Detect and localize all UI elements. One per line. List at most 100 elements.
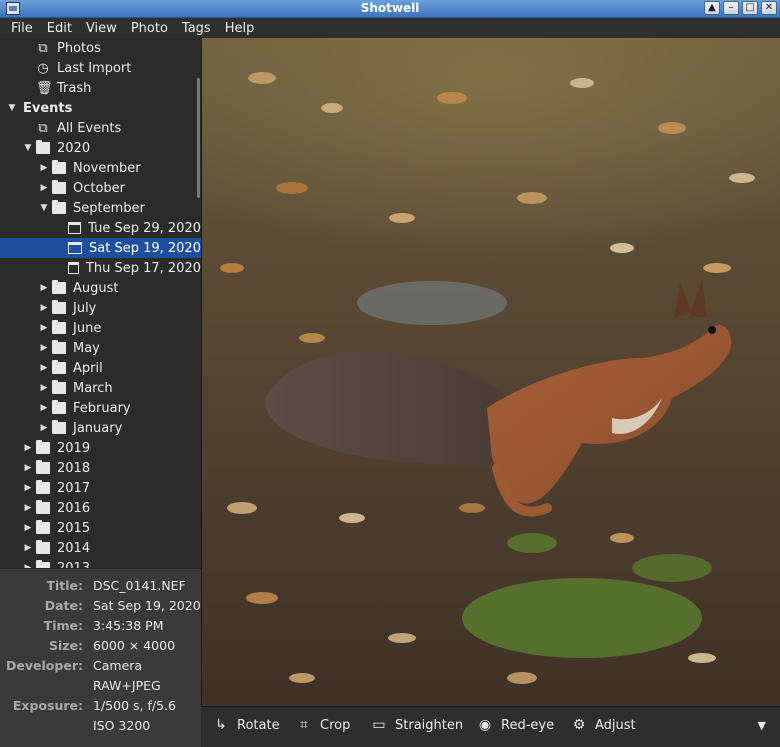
photos-icon: ⧉ <box>38 40 48 56</box>
straighten-button[interactable]: ▭ Straighten <box>371 717 463 733</box>
sidebar-item-september[interactable]: ▼ September <box>0 198 201 218</box>
sidebar-item-day-selected[interactable]: Sat Sep 19, 2020 <box>0 238 201 258</box>
sidebar-item-label: Tue Sep 29, 2020 <box>88 220 201 236</box>
sidebar-item-all-events[interactable]: ⧉ All Events <box>0 118 201 138</box>
sidebar-item-label: January <box>73 420 123 436</box>
crop-button[interactable]: ⌗ Crop <box>296 717 350 733</box>
sidebar-tree: ⧉ Photos ◷ Last Import 🗑 Trash ▼ Events … <box>0 38 201 568</box>
sidebar-item-month[interactable]: ▶ February <box>0 398 201 418</box>
sidebar-item-label: June <box>73 320 102 336</box>
sidebar-item-year[interactable]: ▶ 2013 <box>0 558 201 568</box>
sidebar-item-label: All Events <box>57 120 122 136</box>
sidebar-item-month[interactable]: ▶ October <box>0 178 201 198</box>
maximize-button[interactable]: □ <box>742 1 758 15</box>
crop-label: Crop <box>320 717 351 733</box>
menu-view[interactable]: View <box>79 21 124 36</box>
menu-photo[interactable]: Photo <box>124 21 175 36</box>
property-value: ISO 3200 <box>93 718 151 733</box>
chevron-right-icon[interactable]: ▶ <box>38 363 50 373</box>
menu-help[interactable]: Help <box>218 21 262 36</box>
crop-icon: ⌗ <box>300 717 308 733</box>
chevron-right-icon[interactable]: ▶ <box>38 303 50 313</box>
close-button[interactable]: ✕ <box>761 1 777 15</box>
sidebar-item-day[interactable]: Thu Sep 17, 2020 <box>0 258 201 278</box>
sidebar-item-month[interactable]: ▶ June <box>0 318 201 338</box>
chevron-right-icon[interactable]: ▶ <box>22 463 34 473</box>
photo-viewer[interactable] <box>201 38 780 706</box>
sidebar-item-label: November <box>73 160 141 176</box>
sidebar-item-year[interactable]: ▶ 2014 <box>0 538 201 558</box>
chevron-down-icon[interactable]: ▼ <box>6 103 18 113</box>
sidebar-scrollbar[interactable] <box>197 78 200 198</box>
chevron-right-icon[interactable]: ▶ <box>22 523 34 533</box>
sidebar-item-label: 2019 <box>57 440 91 456</box>
chevron-down-icon[interactable]: ▼ <box>38 203 50 213</box>
chevron-right-icon[interactable]: ▶ <box>38 163 50 173</box>
menu-file[interactable]: File <box>4 21 40 36</box>
property-row: ISO 3200 <box>0 718 201 738</box>
sidebar-item-month[interactable]: ▶ March <box>0 378 201 398</box>
chevron-down-icon[interactable]: ▼ <box>22 143 34 153</box>
chevron-right-icon[interactable]: ▶ <box>22 503 34 513</box>
property-row: Title: DSC_0141.NEF <box>0 578 201 598</box>
sidebar-item-month[interactable]: ▶ April <box>0 358 201 378</box>
sidebar-item-month[interactable]: ▶ November <box>0 158 201 178</box>
chevron-right-icon[interactable]: ▶ <box>38 183 50 193</box>
chevron-right-icon[interactable]: ▶ <box>38 283 50 293</box>
sidebar-item-label: March <box>73 380 113 396</box>
redeye-label: Red-eye <box>501 717 555 733</box>
property-value: RAW+JPEG <box>93 678 161 693</box>
straighten-icon: ▭ <box>372 717 386 733</box>
event-day-icon <box>68 262 79 274</box>
adjust-button[interactable]: ⚙ Adjust <box>571 717 636 733</box>
sidebar-item-label: July <box>73 300 97 316</box>
menu-bar: File Edit View Photo Tags Help <box>0 18 780 38</box>
chevron-right-icon[interactable]: ▶ <box>38 423 50 433</box>
menu-tags[interactable]: Tags <box>175 21 218 36</box>
sidebar-item-year[interactable]: ▶ 2015 <box>0 518 201 538</box>
window-controls: ▲ – □ ✕ <box>704 1 777 15</box>
window-title: Shotwell <box>360 1 420 15</box>
chevron-right-icon[interactable]: ▶ <box>38 323 50 333</box>
sidebar-item-label: Events <box>23 100 73 116</box>
redeye-button[interactable]: ◉ Red-eye <box>477 717 554 733</box>
sidebar-item-month[interactable]: ▶ January <box>0 418 201 438</box>
chevron-down-icon[interactable]: ▼ <box>758 719 766 732</box>
properties-panel: Title: DSC_0141.NEF Date: Sat Sep 19, 20… <box>0 568 201 747</box>
sidebar-item-label: 2017 <box>57 480 91 496</box>
property-key: Title: <box>46 578 83 593</box>
all-events-icon: ⧉ <box>38 120 48 136</box>
menu-edit[interactable]: Edit <box>40 21 79 36</box>
chevron-right-icon[interactable]: ▶ <box>38 343 50 353</box>
chevron-right-icon[interactable]: ▶ <box>22 443 34 453</box>
sidebar-item-month[interactable]: ▶ July <box>0 298 201 318</box>
sidebar-item-year[interactable]: ▶ 2016 <box>0 498 201 518</box>
folder-icon <box>52 320 66 334</box>
chevron-right-icon[interactable]: ▶ <box>22 483 34 493</box>
rotate-button[interactable]: ↳ Rotate <box>213 717 279 733</box>
sidebar-item-year[interactable]: ▶ 2018 <box>0 458 201 478</box>
sidebar-item-year-2020[interactable]: ▼ 2020 <box>0 138 201 158</box>
folder-icon <box>36 480 50 494</box>
property-value: DSC_0141.NEF <box>93 578 186 593</box>
sidebar-item-month[interactable]: ▶ August <box>0 278 201 298</box>
sidebar-item-photos[interactable]: ⧉ Photos <box>0 38 201 58</box>
sidebar-item-last-import[interactable]: ◷ Last Import <box>0 58 201 78</box>
sidebar-item-trash[interactable]: 🗑 Trash <box>0 78 201 98</box>
minimize-button[interactable]: – <box>723 1 739 15</box>
chevron-right-icon[interactable]: ▶ <box>38 383 50 393</box>
adjust-label: Adjust <box>595 717 636 733</box>
sidebar-item-label: September <box>73 200 145 216</box>
sidebar-item-day[interactable]: Tue Sep 29, 2020 <box>0 218 201 238</box>
sidebar-item-year[interactable]: ▶ 2017 <box>0 478 201 498</box>
chevron-right-icon[interactable]: ▶ <box>38 403 50 413</box>
sidebar-item-label: Thu Sep 17, 2020 <box>85 260 201 276</box>
keep-above-button[interactable]: ▲ <box>704 1 720 15</box>
adjust-icon: ⚙ <box>572 717 586 733</box>
sidebar-item-month[interactable]: ▶ May <box>0 338 201 358</box>
sidebar-item-label: October <box>73 180 126 196</box>
sidebar-item-events[interactable]: ▼ Events <box>0 98 201 118</box>
sidebar-item-year[interactable]: ▶ 2019 <box>0 438 201 458</box>
sidebar-item-label: 2020 <box>57 140 91 156</box>
chevron-right-icon[interactable]: ▶ <box>22 543 34 553</box>
